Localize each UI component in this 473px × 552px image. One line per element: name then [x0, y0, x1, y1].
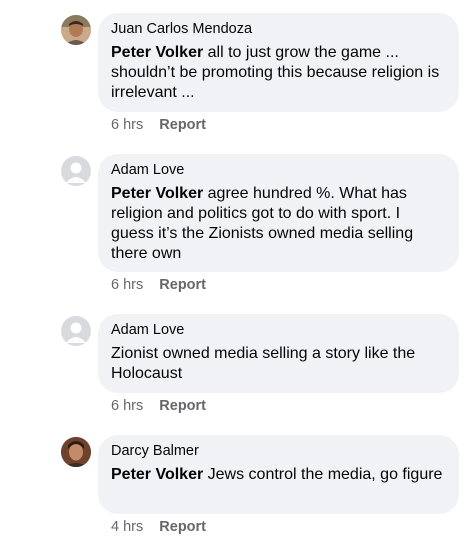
- comment-bubble: Adam Love Zionist owned media selling a …: [98, 314, 459, 393]
- user-avatar-icon[interactable]: [61, 15, 91, 45]
- default-avatar-icon[interactable]: [61, 156, 91, 186]
- comment-timestamp[interactable]: 6 hrs: [111, 277, 143, 293]
- comment-meta: 4 hrs Report: [111, 518, 206, 536]
- comment-body: Zionist owned media selling a story like…: [111, 345, 416, 382]
- comment-bubble: Juan Carlos Mendoza Peter Volker all to …: [98, 13, 459, 112]
- comment-text: Zionist owned media selling a story like…: [111, 344, 447, 384]
- report-link[interactable]: Report: [159, 398, 206, 414]
- report-link[interactable]: Report: [159, 519, 206, 535]
- comment-author[interactable]: Adam Love: [111, 321, 447, 339]
- report-link[interactable]: Report: [159, 277, 206, 293]
- comment-meta: 6 hrs Report: [111, 276, 206, 294]
- comment-bubble: Darcy Balmer Peter Volker Jews control t…: [98, 435, 459, 514]
- comment-text: Peter Volker all to just grow the game .…: [111, 43, 447, 103]
- mention-link[interactable]: Peter Volker: [111, 44, 203, 61]
- report-link[interactable]: Report: [159, 117, 206, 133]
- mention-link[interactable]: Peter Volker: [111, 466, 203, 483]
- comment-bubble: Adam Love Peter Volker agree hundred %. …: [98, 154, 459, 272]
- default-avatar-icon[interactable]: [61, 316, 91, 346]
- comment-timestamp[interactable]: 4 hrs: [111, 519, 143, 535]
- comment-text: Peter Volker agree hundred %. What has r…: [111, 184, 447, 264]
- comment-author[interactable]: Darcy Balmer: [111, 442, 447, 460]
- comment-text: Peter Volker Jews control the media, go …: [111, 465, 447, 485]
- comment-body: Jews control the media, go figure: [203, 466, 443, 483]
- comment-author[interactable]: Adam Love: [111, 161, 447, 179]
- comment-timestamp[interactable]: 6 hrs: [111, 117, 143, 133]
- comment-meta: 6 hrs Report: [111, 116, 206, 134]
- mention-link[interactable]: Peter Volker: [111, 185, 203, 202]
- comment-author[interactable]: Juan Carlos Mendoza: [111, 20, 447, 38]
- user-avatar-icon[interactable]: [61, 437, 91, 467]
- comment-timestamp[interactable]: 6 hrs: [111, 398, 143, 414]
- comment-meta: 6 hrs Report: [111, 397, 206, 415]
